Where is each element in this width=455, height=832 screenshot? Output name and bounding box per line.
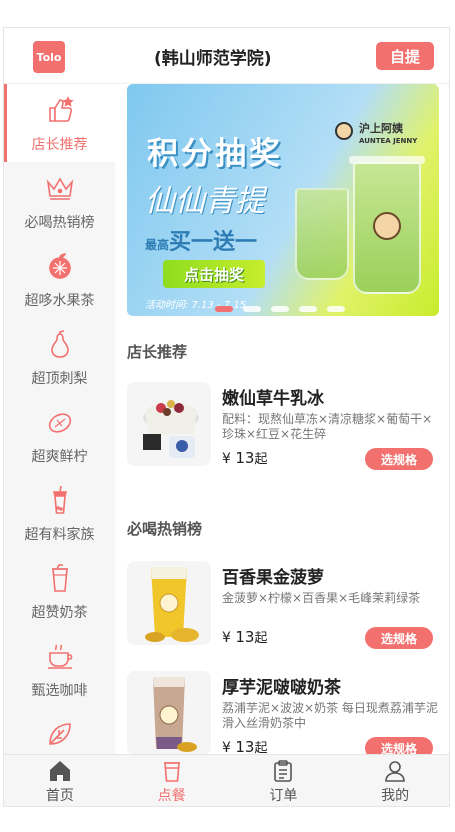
- product-card[interactable]: 厚芋泥啵啵奶茶 荔浦芋泥×波波×奶茶 每日现煮荔浦芋泥滑入丝滑奶茶中 ¥ 13起…: [127, 671, 439, 754]
- menu-content: 沪上阿姨 AUNTEA JENNY 积分抽奖 仙仙青提 最高买一送一 点击抽奖 …: [115, 84, 449, 754]
- user-icon: [385, 760, 405, 782]
- banner-dot[interactable]: [327, 306, 345, 312]
- app-screen: Tolo (韩山师范学院) 自提 店长推荐 必喝热销榜 超哆水果茶 超顶刺梨 超…: [3, 27, 450, 807]
- product-price: ¥ 13起: [222, 628, 268, 646]
- banner-product-name: 仙仙青提: [145, 184, 265, 219]
- product-image: [127, 671, 211, 754]
- tab-profile[interactable]: 我的: [339, 755, 449, 806]
- banner-drink-lid: [349, 156, 425, 164]
- banner-dot[interactable]: [299, 306, 317, 312]
- sidebar-item-label: 店长推荐: [31, 137, 88, 153]
- orange-icon: [48, 253, 71, 279]
- product-description: 配料：现熬仙草冻×清凉糖浆×葡萄干×珍珠×红豆×花生碎: [222, 412, 433, 441]
- sidebar-item-label: 超有料家族: [24, 527, 95, 543]
- product-card[interactable]: 百香果金菠萝 金菠萝×柠檬×百香果×毛峰茉莉绿茶 ¥ 13起 选规格: [127, 561, 439, 651]
- select-spec-button[interactable]: 选规格: [365, 448, 433, 470]
- select-spec-button[interactable]: 选规格: [365, 627, 433, 649]
- tab-label: 我的: [381, 787, 410, 804]
- banner-brand: 沪上阿姨 AUNTEA JENNY: [359, 122, 418, 145]
- product-name: 嫩仙草牛乳冰: [222, 389, 324, 409]
- product-image: [127, 382, 211, 466]
- sidebar-item-label: 必喝热销榜: [24, 215, 95, 231]
- pickup-button[interactable]: 自提: [376, 42, 434, 70]
- clipboard-icon: [274, 759, 293, 782]
- home-icon: [49, 760, 70, 781]
- sidebar-item-label: 超哆水果茶: [24, 293, 95, 309]
- pear-icon: [50, 330, 69, 358]
- sidebar-item-hot-sellers[interactable]: 必喝热销榜: [4, 162, 115, 240]
- product-card[interactable]: 嫩仙草牛乳冰 配料：现熬仙草冻×清凉糖浆×葡萄干×珍珠×红豆×花生碎 ¥ 13起…: [127, 382, 439, 472]
- milk-tea-cup-icon: [51, 564, 68, 592]
- select-spec-button[interactable]: 选规格: [365, 737, 433, 754]
- tab-orders[interactable]: 订单: [228, 755, 340, 806]
- product-description: 荔浦芋泥×波波×奶茶 每日现煮荔浦芋泥滑入丝滑奶茶中: [222, 701, 438, 730]
- banner-dot[interactable]: [243, 306, 261, 312]
- banner-drink-label-icon: [373, 212, 401, 240]
- sidebar-item-coffee[interactable]: 甄选咖啡: [4, 630, 115, 708]
- leaf-icon: [48, 723, 71, 745]
- lemon-icon: [48, 413, 71, 433]
- sidebar-item-milk-tea[interactable]: 超赞奶茶: [4, 552, 115, 630]
- banner-dot[interactable]: [271, 306, 289, 312]
- order-cup-icon: [163, 761, 180, 782]
- sidebar-item-loaded-family[interactable]: 超有料家族: [4, 474, 115, 552]
- category-sidebar: 店长推荐 必喝热销榜 超哆水果茶 超顶刺梨 超爽鲜柠 超有料家族 超赞奶茶 甄选…: [4, 84, 115, 754]
- banner-promo: 最高买一送一: [145, 230, 258, 255]
- banner-dot[interactable]: [215, 306, 233, 312]
- sidebar-item-label: 超赞奶茶: [31, 605, 88, 621]
- brand-logo: Tolo: [33, 41, 65, 73]
- tab-label: 订单: [269, 787, 298, 804]
- brand-mascot-icon: [335, 122, 353, 140]
- product-price: ¥ 13起: [222, 738, 268, 754]
- tab-home[interactable]: 首页: [4, 755, 116, 806]
- sidebar-item-label: 超爽鲜柠: [31, 449, 88, 465]
- tab-label: 首页: [45, 787, 74, 804]
- coffee-cup-icon: [47, 644, 72, 669]
- crown-icon: [46, 177, 73, 200]
- tab-label: 点餐: [157, 787, 186, 804]
- sidebar-item-label: 超顶刺梨: [31, 371, 88, 387]
- banner-drink-image: [295, 188, 349, 280]
- bottom-tab-bar: 首页 点餐 订单 我的: [4, 754, 449, 806]
- banner-draw-button[interactable]: 点击抽奖: [163, 260, 265, 288]
- sidebar-item-label: 甄选咖啡: [31, 683, 88, 699]
- section-title: 店长推荐: [127, 343, 188, 361]
- sidebar-item-manager-recommend[interactable]: 店长推荐: [4, 84, 115, 162]
- store-name[interactable]: (韩山师范学院): [154, 44, 272, 69]
- bubble-tea-icon: [52, 485, 67, 514]
- product-description: 金菠萝×柠檬×百香果×毛峰茉莉绿茶: [222, 591, 421, 605]
- tab-order[interactable]: 点餐: [116, 755, 228, 806]
- header-bar: Tolo (韩山师范学院) 自提: [4, 28, 449, 84]
- sidebar-item-fresh-lemon[interactable]: 超爽鲜柠: [4, 396, 115, 474]
- product-name: 厚芋泥啵啵奶茶: [222, 678, 341, 698]
- banner-pagination: [215, 306, 345, 312]
- banner-title: 积分抽奖: [147, 136, 283, 172]
- sidebar-item-fruit-tea[interactable]: 超哆水果茶: [4, 240, 115, 318]
- promo-banner[interactable]: 沪上阿姨 AUNTEA JENNY 积分抽奖 仙仙青提 最高买一送一 点击抽奖 …: [127, 84, 439, 316]
- thumbs-up-icon: [48, 96, 74, 122]
- product-price: ¥ 13起: [222, 449, 268, 467]
- section-title: 必喝热销榜: [127, 520, 203, 538]
- sidebar-item-roxburgh-rose[interactable]: 超顶刺梨: [4, 318, 115, 396]
- product-name: 百香果金菠萝: [222, 568, 324, 588]
- sidebar-item-more[interactable]: [4, 708, 115, 754]
- product-image: [127, 561, 211, 645]
